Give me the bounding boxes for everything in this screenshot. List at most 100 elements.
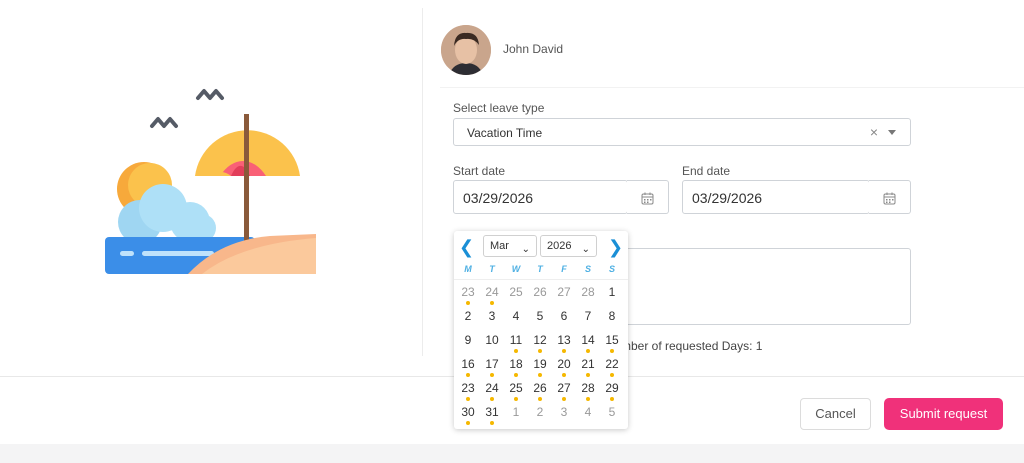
calendar-day[interactable]: 12 bbox=[528, 331, 552, 355]
calendar-day[interactable]: 23 bbox=[456, 283, 480, 307]
calendar-day[interactable]: 18 bbox=[504, 355, 528, 379]
calendar-day[interactable]: 27 bbox=[552, 379, 576, 403]
calendar-day[interactable]: 4 bbox=[576, 403, 600, 427]
calendar-day[interactable]: 28 bbox=[576, 379, 600, 403]
calendar-day-number: 23 bbox=[461, 285, 475, 299]
calendar-day[interactable]: 8 bbox=[600, 307, 624, 331]
calendar-day-number: 5 bbox=[608, 405, 616, 419]
calendar-day-number: 24 bbox=[485, 285, 499, 299]
cancel-button[interactable]: Cancel bbox=[800, 398, 871, 430]
leave-marker-dot bbox=[466, 421, 470, 425]
calendar-day[interactable]: 11 bbox=[504, 331, 528, 355]
calendar-day[interactable]: 28 bbox=[576, 283, 600, 307]
calendar-day-number: 8 bbox=[608, 309, 616, 323]
beach-illustration bbox=[105, 89, 316, 274]
start-date-label: Start date bbox=[453, 164, 506, 178]
calendar-day[interactable]: 29 bbox=[600, 379, 624, 403]
calendar-day[interactable]: 24 bbox=[480, 283, 504, 307]
calendar-day[interactable]: 22 bbox=[600, 355, 624, 379]
calendar-day-number: 24 bbox=[485, 381, 499, 395]
calendar-day[interactable]: 16 bbox=[456, 355, 480, 379]
calendar-day-number: 1 bbox=[608, 285, 616, 299]
leave-marker-dot bbox=[490, 397, 494, 401]
calendar-day[interactable]: 26 bbox=[528, 283, 552, 307]
chevron-down-icon: ⌄ bbox=[521, 244, 530, 255]
calendar-day[interactable]: 5 bbox=[528, 307, 552, 331]
leave-marker-dot bbox=[490, 373, 494, 377]
leave-marker-dot bbox=[610, 349, 614, 353]
calendar-day[interactable]: 31 bbox=[480, 403, 504, 427]
leave-type-label: Select leave type bbox=[453, 101, 545, 115]
calendar-day[interactable]: 21 bbox=[576, 355, 600, 379]
calendar-day[interactable]: 30 bbox=[456, 403, 480, 427]
start-date-calendar-button[interactable] bbox=[627, 180, 669, 214]
date-picker-popup: ❮ Mar ⌄ 2026 ⌄ ❯ MTWTFSS 23 24 25 26 27 28 1 2 3… bbox=[454, 231, 628, 429]
calendar-day[interactable]: 3 bbox=[480, 307, 504, 331]
calendar-day[interactable]: 24 bbox=[480, 379, 504, 403]
calendar-day[interactable]: 19 bbox=[528, 355, 552, 379]
calendar-day-number: 26 bbox=[533, 381, 547, 395]
calendar-day-number: 4 bbox=[512, 309, 520, 323]
calendar-day-number: 15 bbox=[605, 333, 619, 347]
calendar-day-number: 22 bbox=[605, 357, 619, 371]
calendar-day[interactable]: 1 bbox=[600, 283, 624, 307]
submit-request-button[interactable]: Submit request bbox=[884, 398, 1003, 430]
leave-marker-dot bbox=[490, 301, 494, 305]
chevron-down-icon: ⌄ bbox=[581, 244, 590, 255]
weekday-header: M bbox=[464, 264, 472, 274]
leave-marker-dot bbox=[538, 349, 542, 353]
calendar-day[interactable]: 27 bbox=[552, 283, 576, 307]
calendar-day[interactable]: 23 bbox=[456, 379, 480, 403]
bottom-bar bbox=[0, 444, 1024, 463]
calendar-day[interactable]: 2 bbox=[528, 403, 552, 427]
chevron-down-icon[interactable] bbox=[888, 130, 896, 135]
prev-month-icon[interactable]: ❮ bbox=[459, 237, 474, 258]
month-select[interactable]: Mar ⌄ bbox=[483, 235, 537, 257]
leave-marker-dot bbox=[586, 373, 590, 377]
calendar-day-number: 2 bbox=[464, 309, 472, 323]
leave-marker-dot bbox=[466, 373, 470, 377]
leave-type-value: Vacation Time bbox=[467, 126, 543, 140]
clear-icon[interactable]: × bbox=[870, 124, 878, 140]
calendar-day-number: 26 bbox=[533, 285, 547, 299]
calendar-day[interactable]: 4 bbox=[504, 307, 528, 331]
end-date-calendar-button[interactable] bbox=[869, 180, 911, 214]
calendar-day[interactable]: 17 bbox=[480, 355, 504, 379]
calendar-day-number: 1 bbox=[512, 405, 520, 419]
calendar-day[interactable]: 15 bbox=[600, 331, 624, 355]
comment-textarea[interactable] bbox=[618, 248, 911, 325]
calendar-day[interactable]: 9 bbox=[456, 331, 480, 355]
start-date-input[interactable]: 03/29/2026 bbox=[453, 180, 628, 214]
leave-marker-dot bbox=[466, 397, 470, 401]
start-date-value: 03/29/2026 bbox=[463, 190, 534, 206]
leave-marker-dot bbox=[610, 397, 614, 401]
calendar-day[interactable]: 13 bbox=[552, 331, 576, 355]
calendar-day-number: 2 bbox=[536, 405, 544, 419]
calendar-day[interactable]: 7 bbox=[576, 307, 600, 331]
calendar-day[interactable]: 20 bbox=[552, 355, 576, 379]
calendar-day-number: 29 bbox=[605, 381, 619, 395]
calendar-icon bbox=[641, 192, 654, 205]
leave-marker-dot bbox=[490, 421, 494, 425]
calendar-day[interactable]: 2 bbox=[456, 307, 480, 331]
vertical-divider bbox=[422, 8, 423, 356]
calendar-day[interactable]: 25 bbox=[504, 283, 528, 307]
calendar-day[interactable]: 6 bbox=[552, 307, 576, 331]
calendar-day[interactable]: 3 bbox=[552, 403, 576, 427]
calendar-day[interactable]: 14 bbox=[576, 331, 600, 355]
end-date-input[interactable]: 03/29/2026 bbox=[682, 180, 870, 214]
calendar-day[interactable]: 5 bbox=[600, 403, 624, 427]
month-select-value: Mar bbox=[490, 240, 509, 252]
year-select[interactable]: 2026 ⌄ bbox=[540, 235, 597, 257]
leave-type-select[interactable]: Vacation Time × bbox=[453, 118, 911, 146]
next-month-icon[interactable]: ❯ bbox=[608, 237, 623, 258]
calendar-day[interactable]: 1 bbox=[504, 403, 528, 427]
calendar-day[interactable]: 26 bbox=[528, 379, 552, 403]
calendar-day-number: 27 bbox=[557, 285, 571, 299]
calendar-day-number: 3 bbox=[488, 309, 496, 323]
calendar-day[interactable]: 25 bbox=[504, 379, 528, 403]
calendar-day-number: 18 bbox=[509, 357, 523, 371]
end-date-label: End date bbox=[682, 164, 731, 178]
calendar-day-number: 6 bbox=[560, 309, 568, 323]
calendar-day[interactable]: 10 bbox=[480, 331, 504, 355]
